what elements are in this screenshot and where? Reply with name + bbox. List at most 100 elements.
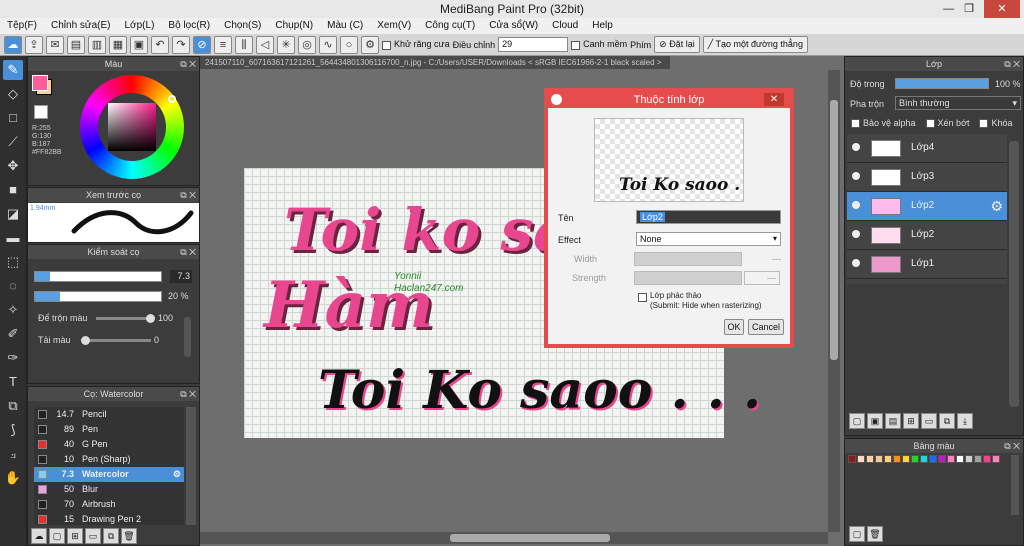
mix-slider[interactable]: [96, 314, 155, 323]
protect-alpha-checkbox[interactable]: [851, 119, 860, 129]
palette-swatch[interactable]: [956, 455, 964, 463]
new-layer-8bit-icon[interactable]: ▣: [867, 413, 883, 429]
palette-swatch[interactable]: [992, 455, 1000, 463]
panel-options-icon[interactable]: ⧉ ✕: [180, 188, 196, 202]
lock-toggle[interactable]: Khóa: [979, 118, 1013, 129]
brush-item[interactable]: 70 Airbrush: [34, 497, 184, 512]
menu-view[interactable]: Xem(V): [370, 18, 418, 34]
adjust-select[interactable]: 29: [498, 37, 569, 52]
eyedropper-tool-icon[interactable]: ⟆: [3, 420, 23, 440]
move-tool-icon[interactable]: ✥: [3, 156, 23, 176]
color-load-slider[interactable]: [81, 336, 151, 345]
brush-tool-icon[interactable]: ✎: [3, 60, 23, 80]
palette-swatch[interactable]: [884, 455, 892, 463]
canvas-horizontal-scrollbar[interactable]: [200, 532, 828, 544]
grid-icon[interactable]: ▦: [109, 35, 127, 54]
save-icon[interactable]: ▤: [67, 35, 85, 54]
color-load-handle[interactable]: [81, 336, 90, 345]
comment-icon[interactable]: ✉: [46, 35, 64, 54]
menu-color[interactable]: Màu (C): [320, 18, 370, 34]
palette-swatch[interactable]: [974, 455, 982, 463]
layer-item[interactable]: Lớp3: [847, 163, 1007, 192]
cloud-icon[interactable]: ☁: [4, 35, 22, 54]
select-tool-icon[interactable]: ⬚: [3, 252, 23, 272]
layer-opacity-slider[interactable]: [895, 78, 989, 89]
smooth-checkbox[interactable]: [571, 40, 581, 50]
layer-list-scrollbar[interactable]: [1009, 141, 1019, 407]
palette-swatch[interactable]: [938, 455, 946, 463]
clip-checkbox[interactable]: [925, 119, 935, 129]
menu-cloud[interactable]: Cloud: [545, 18, 585, 34]
menu-snap[interactable]: Chụp(N): [268, 18, 320, 34]
ok-button[interactable]: OK: [724, 319, 744, 335]
canvas-vertical-scrollbar[interactable]: [828, 70, 840, 532]
magic-wand-tool-icon[interactable]: ✧: [3, 300, 23, 320]
snap-parallel-icon[interactable]: ≡: [214, 35, 232, 54]
dot-tool-icon[interactable]: □: [3, 108, 23, 128]
lock-checkbox[interactable]: [979, 119, 989, 129]
duplicate-layer-icon[interactable]: ⧉: [939, 413, 955, 429]
fill-rect-tool-icon[interactable]: ■: [3, 180, 23, 200]
palette-swatch[interactable]: [866, 455, 874, 463]
layer-item[interactable]: Lớp1: [847, 250, 1007, 279]
hue-wheel[interactable]: [80, 75, 184, 179]
palette-swatch[interactable]: [983, 455, 991, 463]
divide-tool-icon[interactable]: ⧉: [3, 396, 23, 416]
layer-item-selected[interactable]: Lớp2 ⚙: [847, 192, 1007, 221]
share-icon[interactable]: ⇪: [25, 35, 43, 54]
layer-name-input[interactable]: Lớp2: [636, 210, 781, 224]
eraser-tool-icon[interactable]: ◇: [3, 84, 23, 104]
brush-item[interactable]: 15 Drawing Pen 2: [34, 512, 184, 525]
add-layer-menu-icon[interactable]: ⊞: [903, 413, 919, 429]
new-layer-icon[interactable]: ▢: [849, 413, 865, 429]
gear-icon[interactable]: ⚙: [990, 198, 1003, 215]
brush-control-scrollbar[interactable]: [184, 317, 191, 357]
snap-vertical-icon[interactable]: ⫼: [235, 35, 253, 54]
palette-swatch[interactable]: [920, 455, 928, 463]
cancel-button[interactable]: Cancel: [748, 319, 784, 335]
saturation-square[interactable]: [108, 103, 156, 151]
canvas-horizontal-thumb[interactable]: [450, 534, 610, 542]
folder-icon[interactable]: ▭: [85, 528, 101, 544]
select-eraser-tool-icon[interactable]: ✑: [3, 348, 23, 368]
trash-icon[interactable]: 🗑: [121, 528, 137, 544]
menu-edit[interactable]: Chỉnh sửa(E): [44, 18, 118, 34]
dialog-close-icon[interactable]: ✕: [764, 93, 784, 106]
snap-concentric-icon[interactable]: ◎: [298, 35, 316, 54]
panel-options-icon[interactable]: ⧉ ✕: [1004, 57, 1020, 71]
canvas-vertical-thumb[interactable]: [830, 100, 838, 360]
snap-off-icon[interactable]: ⊘: [193, 35, 211, 54]
new-layer-1bit-icon[interactable]: ▤: [885, 413, 901, 429]
visibility-icon[interactable]: [852, 143, 860, 151]
frame-icon[interactable]: ▣: [130, 35, 148, 54]
effect-select[interactable]: None ▾: [636, 232, 781, 246]
antialias-checkbox[interactable]: [382, 40, 391, 50]
size-slider[interactable]: [34, 271, 162, 282]
brush-item[interactable]: 10 Pen (Sharp): [34, 452, 184, 467]
palette-swatch[interactable]: [875, 455, 883, 463]
size-value[interactable]: 7.3: [170, 270, 192, 283]
create-line-button[interactable]: ╱ Tạo một đường thẳng: [702, 36, 808, 53]
close-button[interactable]: ✕: [984, 0, 1020, 18]
minimize-button[interactable]: —: [943, 0, 954, 18]
new-brush-icon[interactable]: ▢: [49, 528, 65, 544]
text-tool-icon[interactable]: T: [3, 372, 23, 392]
menu-file[interactable]: Tệp(F): [0, 18, 44, 34]
layer-item[interactable]: Lớp4: [847, 134, 1007, 163]
cloud-download-icon[interactable]: ☁: [31, 528, 47, 544]
redo-icon[interactable]: ↷: [172, 35, 190, 54]
brush-item-selected[interactable]: 7.3 Watercolor ⚙: [34, 467, 184, 482]
snap-radial-icon[interactable]: ✳: [277, 35, 295, 54]
palette-swatch[interactable]: [857, 455, 865, 463]
undo-icon[interactable]: ↶: [151, 35, 169, 54]
snap-perspective-icon[interactable]: ◁: [256, 35, 274, 54]
brush-item[interactable]: 50 Blur: [34, 482, 184, 497]
snap-settings-icon[interactable]: ⚙: [361, 35, 379, 54]
menu-filter[interactable]: Bộ lọc(R): [161, 18, 217, 34]
palette-swatch[interactable]: [902, 455, 910, 463]
palette-scrollbar[interactable]: [1011, 455, 1019, 515]
gradient-tool-icon[interactable]: ▬: [3, 228, 23, 248]
menu-tools[interactable]: Công cụ(T): [418, 18, 482, 34]
palette-swatch[interactable]: [929, 455, 937, 463]
gear-icon[interactable]: ⚙: [173, 467, 181, 482]
